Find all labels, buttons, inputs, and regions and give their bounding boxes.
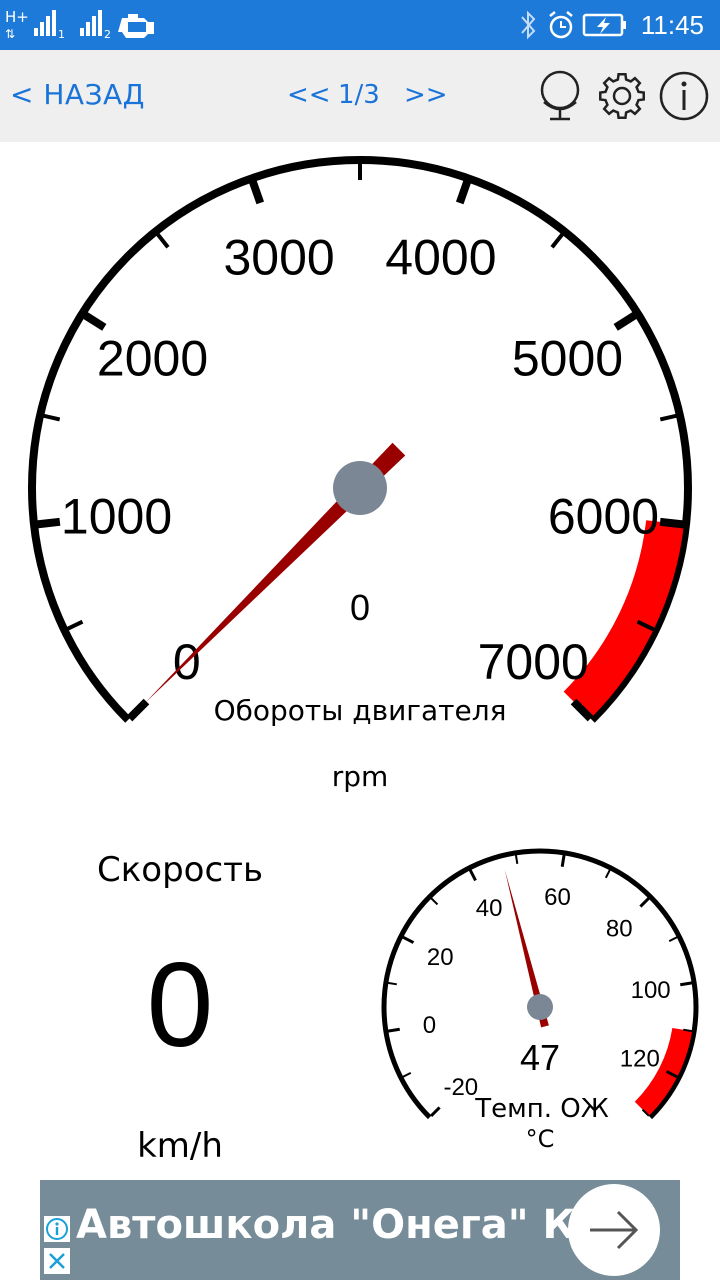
temp-tick-label: 60 bbox=[544, 884, 571, 911]
temp-minor-tick bbox=[402, 1071, 412, 1078]
temp-major-tick bbox=[402, 935, 415, 944]
temp-gauge-unit: °C bbox=[526, 1125, 555, 1153]
temp-tick-label: 80 bbox=[606, 915, 633, 942]
temp-minor-tick bbox=[683, 1028, 693, 1033]
temp-minor-tick bbox=[430, 897, 439, 906]
temp-minor-tick bbox=[604, 869, 611, 879]
ad-text[interactable]: Автошкола "Онега" Ки bbox=[76, 1202, 603, 1248]
temp-major-tick bbox=[430, 1106, 441, 1117]
temp-major-tick bbox=[560, 854, 566, 867]
temp-minor-tick bbox=[668, 936, 678, 943]
arrow-right-icon bbox=[590, 1210, 639, 1250]
coolant-temp-gauge: -20 0 20 40 60 80 100 120 47 Темп. ОЖ °C bbox=[381, 848, 699, 1153]
temp-major-tick bbox=[639, 897, 650, 908]
temp-tick-label: 40 bbox=[476, 895, 503, 922]
ad-banner[interactable]: Автошкола "Онега" Ки bbox=[40, 1180, 680, 1280]
temp-tick-label: 0 bbox=[423, 1012, 436, 1039]
temp-needle-hub bbox=[527, 994, 553, 1020]
temp-minor-tick bbox=[387, 981, 397, 986]
temp-tick-label: 100 bbox=[631, 977, 671, 1004]
temp-major-tick bbox=[468, 869, 477, 882]
temp-tick-label: -20 bbox=[443, 1074, 478, 1101]
ad-close-icon[interactable] bbox=[44, 1248, 70, 1274]
temp-tick-label: 20 bbox=[427, 944, 454, 971]
temp-tick-label: 120 bbox=[620, 1045, 660, 1072]
ad-open-button[interactable] bbox=[568, 1184, 660, 1276]
ad-info-icon[interactable] bbox=[44, 1216, 70, 1242]
temp-major-tick bbox=[680, 981, 693, 987]
temp-gauge-title: Темп. ОЖ bbox=[474, 1094, 609, 1124]
temp-value-readout: 47 bbox=[520, 1037, 560, 1078]
temp-minor-tick bbox=[514, 854, 519, 864]
temp-major-tick bbox=[387, 1027, 400, 1033]
